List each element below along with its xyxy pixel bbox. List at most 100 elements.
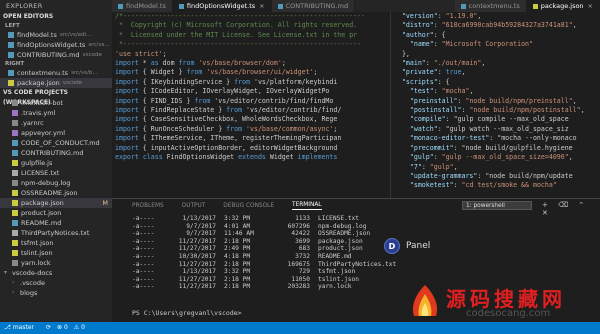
terminal-time: 2:18 PM [224, 260, 251, 268]
tree-item-name: .mention-bot [21, 99, 63, 107]
warnings-indicator[interactable]: ⚠ 0 [74, 322, 85, 334]
terminal-output[interactable]: -a---- 1/13/2017 3:32 PM 1133 LICENSE.txt -a-… [132, 215, 418, 291]
close-icon[interactable]: × [259, 0, 264, 12]
open-editor-item[interactable]: package.json vscode [0, 78, 112, 88]
code-line: "update-grammars": "node build/npm/updat… [409, 171, 573, 180]
tab-label: findModel.ts [126, 2, 166, 10]
json-file-icon [12, 240, 18, 246]
branch-indicator[interactable]: ⎇ master [4, 322, 40, 334]
code-line: "version": "1.19.0", [401, 12, 482, 20]
chevron-right-icon: › [12, 289, 15, 296]
tree-item-name: package.json [21, 199, 64, 207]
terminal-row: -a---- 11/27/2017 2:18 PM 203283 yarn.lock [132, 283, 418, 291]
open-editor-item[interactable]: CONTRIBUTING.md vscode [0, 50, 112, 60]
code-line: 'use strict'; [115, 49, 167, 58]
tree-item[interactable]: gulpfile.js [0, 158, 112, 168]
ts-file-icon [460, 3, 466, 9]
code-line: import { inputActiveOptionBorder, editor… [115, 143, 338, 152]
yml-file-icon [12, 110, 18, 116]
tree-item[interactable]: CONTRIBUTING.md [0, 148, 112, 158]
editor-tab[interactable]: contextmenu.ts [454, 0, 527, 12]
terminal-prompt[interactable]: PS C:\Users\gregvanl\vscode> [132, 309, 242, 317]
tree-folder[interactable]: › blogs [0, 288, 112, 298]
terminal-size: 683 [298, 245, 310, 253]
tree-item-name: tslint.json [21, 249, 53, 257]
open-editor-name: package.json [17, 79, 60, 87]
chevron-right-icon: › [12, 279, 15, 286]
terminal-mode: -a---- [132, 237, 155, 245]
terminal-time: 4:18 PM [224, 252, 251, 260]
tree-item[interactable]: .travis.yml [0, 108, 112, 118]
panel-menu-item[interactable]: D Panel [384, 238, 430, 254]
tree-item[interactable]: appveyor.yml [0, 128, 112, 138]
terminal-row: -a---- 11/27/2017 2:18 PM 11050 tslint.json [132, 276, 418, 284]
editor-tab[interactable]: findOptionsWidget.ts × [172, 0, 272, 12]
md-file-icon [12, 140, 18, 146]
code-line: "smoketest": "cd test/smoke && mocha" [409, 181, 557, 190]
open-editors-header[interactable]: OPEN EDITORS [0, 12, 112, 22]
code-line: "scripts": { [401, 77, 450, 86]
tree-item[interactable]: LICENSE.txt [0, 168, 112, 178]
file-file-icon [12, 260, 18, 266]
panel-actions[interactable]: + ⌫ ⌃ ✕ [542, 201, 600, 217]
terminal-row: -a---- 9/7/2017 4:01 AM 607296 npm-debug.log [132, 223, 418, 231]
tree-item[interactable]: OSSREADME.json [0, 188, 112, 198]
errors-indicator[interactable]: ⊗ 0 [57, 322, 68, 334]
tree-folder-vscode-docs[interactable]: ▾ vscode-docs [0, 268, 112, 278]
tab-label: CONTRIBUTING.md [285, 2, 349, 10]
terminal-date: 1/13/2017 [182, 268, 216, 276]
open-editor-name: CONTRIBUTING.md [17, 51, 80, 59]
tree-item[interactable]: tsfmt.json [0, 238, 112, 248]
panel-tab-debug-console[interactable]: DEBUG CONSOLE [223, 203, 274, 209]
open-editor-item[interactable]: contextmenu.ts src/vs/b... [0, 68, 112, 78]
open-editor-item[interactable]: findOptionsWidget.ts src/vs... [0, 40, 112, 50]
panel-tab-problems[interactable]: PROBLEMS [132, 203, 164, 209]
tree-item-name: blogs [20, 289, 38, 297]
editor-tabs: findModel.ts findOptionsWidget.ts × CONTRIB… [112, 0, 600, 12]
terminal-size: 3699 [295, 237, 310, 245]
editor-tab[interactable]: findModel.ts [112, 0, 173, 12]
code-line: /*--------------------------------------… [115, 12, 366, 20]
tree-item[interactable]: package.json M [0, 198, 112, 208]
terminal-row: -a---- 1/13/2017 3:32 PM 729 tsfmt.json [132, 268, 418, 276]
editor-tab[interactable]: CONTRIBUTING.md [271, 0, 356, 12]
tree-item[interactable]: CODE_OF_CONDUCT.md [0, 138, 112, 148]
tree-item[interactable]: README.md [0, 218, 112, 228]
terminal-shell-select[interactable]: 1: powershell [462, 201, 532, 210]
tree-item-name: ThirdPartyNotices.txt [21, 229, 90, 237]
panel-tab-output[interactable]: OUTPUT [182, 203, 206, 209]
explorer-title: EXPLORER [0, 0, 112, 12]
open-editor-item[interactable]: findModel.ts src/vs/edi... [0, 30, 112, 40]
terminal-mode: -a---- [132, 252, 155, 260]
code-line: "test": "mocha", [409, 87, 474, 96]
sync-icon[interactable]: ⟳ [46, 322, 51, 334]
terminal-time: 2:18 PM [224, 237, 251, 245]
terminal-date: 11/27/2017 [178, 275, 216, 283]
tree-item[interactable]: tslint.json [0, 248, 112, 258]
terminal-time: 2:49 PM [224, 245, 251, 253]
tree-item[interactable]: ThirdPartyNotices.txt [0, 228, 112, 238]
tree-folder[interactable]: › .vscode [0, 278, 112, 288]
terminal-name: npm-debug.log [318, 222, 367, 230]
panel-badge: D [384, 238, 400, 254]
panel-tab-terminal[interactable]: TERMINAL [292, 202, 322, 210]
terminal-name: LICENSE.txt [318, 215, 359, 222]
open-editor-name: findOptionsWidget.ts [17, 41, 86, 49]
editor-tab[interactable]: package.json × [526, 0, 600, 12]
tree-item[interactable]: product.json [0, 208, 112, 218]
editor-pane-right[interactable]: "version": "1.19.0", "distro": "610ca699… [390, 12, 600, 198]
json-file-icon [12, 250, 18, 256]
file-file-icon [12, 120, 18, 126]
tree-item[interactable]: .yarnrc [0, 118, 112, 128]
code-line: import { RunOnceScheduler } from 'vs/bas… [115, 124, 338, 133]
status-bar: ⎇ master ⟳ ⊗ 0 ⚠ 0 [0, 322, 600, 334]
close-icon[interactable]: × [588, 0, 593, 12]
terminal-size: 1133 [295, 215, 310, 222]
tree-item-name: yarn.lock [21, 259, 51, 267]
tree-item[interactable]: yarn.lock [0, 258, 112, 268]
terminal-time: 3:32 PM [224, 268, 251, 276]
editor-pane-left[interactable]: /*--------------------------------------… [112, 12, 388, 198]
ts-file-icon [178, 3, 184, 9]
tree-item[interactable]: npm-debug.log [0, 178, 112, 188]
workspace-header[interactable]: VS CODE PROJECTS (WORKSPACE) [0, 88, 112, 106]
